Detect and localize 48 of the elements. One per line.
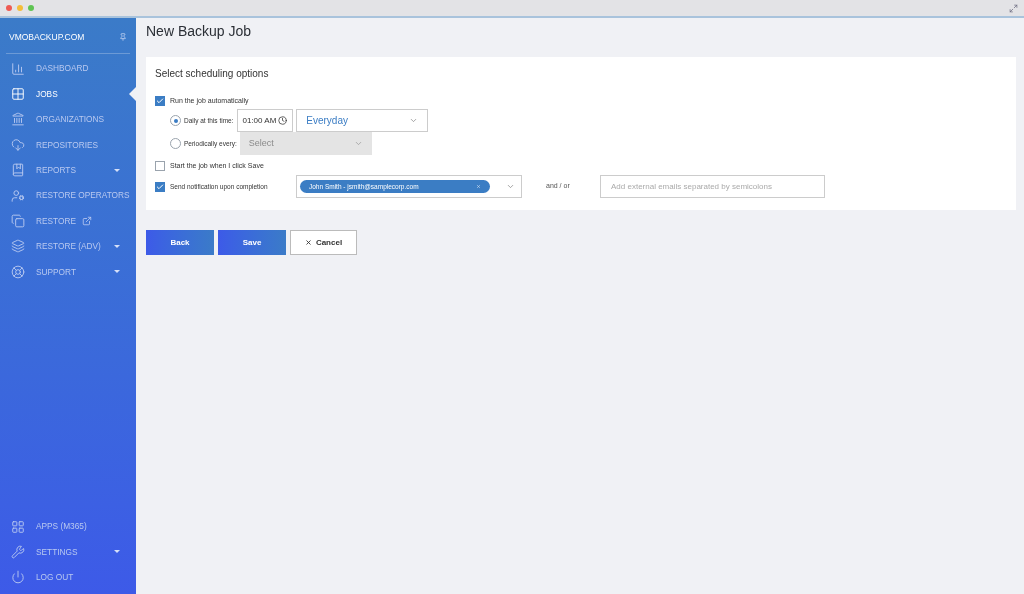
chevron-icon [506,182,515,191]
frequency-dropdown[interactable]: Everyday [296,109,429,132]
close-icon [304,239,312,246]
sidebar-item[interactable]: RESTORE [0,208,136,234]
cancel-button[interactable]: Cancel [290,230,357,255]
chevron-icon [409,116,419,125]
radio-button[interactable] [170,115,181,126]
time-field[interactable]: 01:00 AM [236,109,294,132]
external-emails-field[interactable]: Add external emails separated by semicolons [600,175,825,198]
sidebar-item[interactable]: APPS (M365) [0,513,136,540]
primary-button[interactable]: Save [218,230,286,255]
copy-icon [11,214,25,229]
zoom-window-icon[interactable] [28,5,34,11]
sidebar-item[interactable]: REPOSITORIES [0,132,136,158]
windows-grid-icon [11,87,25,102]
brand-name: VMOBACKUP.COM [9,30,85,44]
remove-icon[interactable] [476,184,481,189]
sidebar-item[interactable]: RESTORE OPERATORS [0,182,136,209]
sidebar-item[interactable]: ORGANIZATIONS [0,106,136,133]
fullscreen-icon[interactable] [1009,3,1018,13]
book-icon [11,163,25,178]
bank-icon [11,112,25,127]
sidebar-item[interactable]: REPORTS [0,157,136,183]
checkbox[interactable] [155,96,165,106]
close-window-icon[interactable] [6,5,12,11]
sidebar-item[interactable]: DASHBOARD [0,56,136,82]
cloud-download-icon [11,137,25,152]
checkbox[interactable] [155,161,165,171]
chevron-icon [353,139,363,148]
minimize-window-icon[interactable] [17,5,23,11]
power-icon [11,570,25,585]
sidebar-item[interactable]: RESTORE (ADV) [0,233,136,260]
card-heading: Select scheduling options [155,67,270,81]
primary-button[interactable]: Back [146,230,214,255]
bar-chart-icon [11,61,25,76]
sidebar-item[interactable]: SETTINGS [0,539,136,565]
checkbox[interactable] [155,181,165,192]
clock-icon [278,116,288,125]
layers-icon [11,239,25,254]
sidebar-item[interactable]: SUPPORT [0,259,136,285]
page-title: New Backup Job [146,22,253,41]
selection-pointer-icon [129,87,136,102]
grid-icon [11,519,25,534]
pin-icon[interactable] [119,33,127,41]
sidebar-item[interactable]: LOG OUT [0,564,136,590]
tools-icon [11,544,25,559]
lifebuoy-icon [11,264,25,279]
sidebar-item[interactable]: JOBS [0,81,136,107]
